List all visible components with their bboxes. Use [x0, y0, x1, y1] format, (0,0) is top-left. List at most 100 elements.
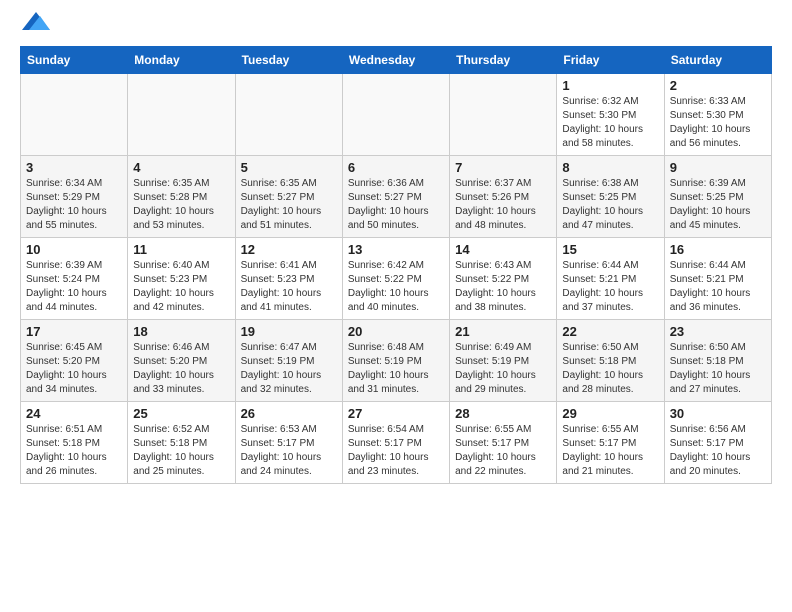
calendar-cell: 20 Sunrise: 6:48 AM Sunset: 5:19 PM Dayli…	[342, 320, 449, 402]
calendar-cell: 5 Sunrise: 6:35 AM Sunset: 5:27 PM Daylig…	[235, 156, 342, 238]
weekday-header: Wednesday	[342, 47, 449, 74]
weekday-header: Thursday	[450, 47, 557, 74]
day-number: 18	[133, 324, 229, 339]
day-info: Sunrise: 6:50 AM Sunset: 5:18 PM Dayligh…	[670, 341, 766, 397]
calendar-cell: 29 Sunrise: 6:55 AM Sunset: 5:17 PM Dayli…	[557, 402, 664, 484]
day-info: Sunrise: 6:45 AM Sunset: 5:20 PM Dayligh…	[26, 341, 122, 397]
calendar-week-row: 10 Sunrise: 6:39 AM Sunset: 5:24 PM Dayli…	[21, 238, 772, 320]
day-info: Sunrise: 6:33 AM Sunset: 5:30 PM Dayligh…	[670, 95, 766, 151]
day-info: Sunrise: 6:44 AM Sunset: 5:21 PM Dayligh…	[670, 259, 766, 315]
day-number: 29	[562, 406, 658, 421]
weekday-header: Friday	[557, 47, 664, 74]
day-info: Sunrise: 6:42 AM Sunset: 5:22 PM Dayligh…	[348, 259, 444, 315]
calendar-cell: 2 Sunrise: 6:33 AM Sunset: 5:30 PM Daylig…	[664, 74, 771, 156]
day-info: Sunrise: 6:34 AM Sunset: 5:29 PM Dayligh…	[26, 177, 122, 233]
day-number: 10	[26, 242, 122, 257]
calendar-cell: 25Sunrise: 6:52 AM Sunset: 5:18 PM Dayli…	[128, 402, 235, 484]
calendar-cell: 19 Sunrise: 6:47 AM Sunset: 5:19 PM Dayli…	[235, 320, 342, 402]
day-number: 2	[670, 78, 766, 93]
day-number: 4	[133, 160, 229, 175]
calendar-cell: 11 Sunrise: 6:40 AM Sunset: 5:23 PM Dayli…	[128, 238, 235, 320]
day-number: 6	[348, 160, 444, 175]
day-number: 21	[455, 324, 551, 339]
day-number: 20	[348, 324, 444, 339]
day-info: Sunrise: 6:39 AM Sunset: 5:24 PM Dayligh…	[26, 259, 122, 315]
day-info: Sunrise: 6:37 AM Sunset: 5:26 PM Dayligh…	[455, 177, 551, 233]
calendar-table: SundayMondayTuesdayWednesdayThursdayFrid…	[20, 46, 772, 484]
day-number: 14	[455, 242, 551, 257]
day-info: Sunrise: 6:48 AM Sunset: 5:19 PM Dayligh…	[348, 341, 444, 397]
day-info: Sunrise: 6:55 AM Sunset: 5:17 PM Dayligh…	[562, 423, 658, 479]
calendar-cell: 14 Sunrise: 6:43 AM Sunset: 5:22 PM Dayli…	[450, 238, 557, 320]
calendar-cell: 18 Sunrise: 6:46 AM Sunset: 5:20 PM Dayli…	[128, 320, 235, 402]
day-info: Sunrise: 6:32 AM Sunset: 5:30 PM Dayligh…	[562, 95, 658, 151]
calendar-cell: 17 Sunrise: 6:45 AM Sunset: 5:20 PM Dayli…	[21, 320, 128, 402]
day-number: 7	[455, 160, 551, 175]
day-number: 3	[26, 160, 122, 175]
calendar-cell: 6 Sunrise: 6:36 AM Sunset: 5:27 PM Daylig…	[342, 156, 449, 238]
calendar-header-row: SundayMondayTuesdayWednesdayThursdayFrid…	[21, 47, 772, 74]
calendar-cell: 27Sunrise: 6:54 AM Sunset: 5:17 PM Dayli…	[342, 402, 449, 484]
day-info: Sunrise: 6:49 AM Sunset: 5:19 PM Dayligh…	[455, 341, 551, 397]
calendar-cell: 23 Sunrise: 6:50 AM Sunset: 5:18 PM Dayli…	[664, 320, 771, 402]
day-info: Sunrise: 6:56 AM Sunset: 5:17 PM Dayligh…	[670, 423, 766, 479]
weekday-header: Saturday	[664, 47, 771, 74]
calendar-cell	[128, 74, 235, 156]
day-info: Sunrise: 6:35 AM Sunset: 5:27 PM Dayligh…	[241, 177, 337, 233]
day-info: Sunrise: 6:47 AM Sunset: 5:19 PM Dayligh…	[241, 341, 337, 397]
day-number: 1	[562, 78, 658, 93]
calendar-week-row: 1 Sunrise: 6:32 AM Sunset: 5:30 PM Daylig…	[21, 74, 772, 156]
day-info: Sunrise: 6:46 AM Sunset: 5:20 PM Dayligh…	[133, 341, 229, 397]
day-number: 19	[241, 324, 337, 339]
calendar-cell: 24Sunrise: 6:51 AM Sunset: 5:18 PM Dayli…	[21, 402, 128, 484]
day-info: Sunrise: 6:52 AM Sunset: 5:18 PM Dayligh…	[133, 423, 229, 479]
page-header	[20, 20, 772, 30]
calendar-cell: 4 Sunrise: 6:35 AM Sunset: 5:28 PM Daylig…	[128, 156, 235, 238]
day-number: 22	[562, 324, 658, 339]
calendar-cell	[450, 74, 557, 156]
day-number: 30	[670, 406, 766, 421]
calendar-cell: 21 Sunrise: 6:49 AM Sunset: 5:19 PM Dayli…	[450, 320, 557, 402]
day-info: Sunrise: 6:40 AM Sunset: 5:23 PM Dayligh…	[133, 259, 229, 315]
calendar-cell: 12 Sunrise: 6:41 AM Sunset: 5:23 PM Dayli…	[235, 238, 342, 320]
day-number: 28	[455, 406, 551, 421]
day-number: 23	[670, 324, 766, 339]
day-info: Sunrise: 6:53 AM Sunset: 5:17 PM Dayligh…	[241, 423, 337, 479]
day-info: Sunrise: 6:36 AM Sunset: 5:27 PM Dayligh…	[348, 177, 444, 233]
calendar-cell	[235, 74, 342, 156]
calendar-cell: 8Sunrise: 6:38 AM Sunset: 5:25 PM Daylig…	[557, 156, 664, 238]
calendar-cell: 9 Sunrise: 6:39 AM Sunset: 5:25 PM Daylig…	[664, 156, 771, 238]
day-info: Sunrise: 6:44 AM Sunset: 5:21 PM Dayligh…	[562, 259, 658, 315]
calendar-cell: 16Sunrise: 6:44 AM Sunset: 5:21 PM Dayli…	[664, 238, 771, 320]
day-info: Sunrise: 6:50 AM Sunset: 5:18 PM Dayligh…	[562, 341, 658, 397]
day-info: Sunrise: 6:39 AM Sunset: 5:25 PM Dayligh…	[670, 177, 766, 233]
day-number: 17	[26, 324, 122, 339]
day-number: 9	[670, 160, 766, 175]
day-number: 8	[562, 160, 658, 175]
day-number: 15	[562, 242, 658, 257]
day-info: Sunrise: 6:35 AM Sunset: 5:28 PM Dayligh…	[133, 177, 229, 233]
calendar-cell: 28Sunrise: 6:55 AM Sunset: 5:17 PM Dayli…	[450, 402, 557, 484]
day-number: 26	[241, 406, 337, 421]
day-info: Sunrise: 6:43 AM Sunset: 5:22 PM Dayligh…	[455, 259, 551, 315]
calendar-cell: 10 Sunrise: 6:39 AM Sunset: 5:24 PM Dayli…	[21, 238, 128, 320]
calendar-week-row: 3 Sunrise: 6:34 AM Sunset: 5:29 PM Daylig…	[21, 156, 772, 238]
calendar-cell: 22 Sunrise: 6:50 AM Sunset: 5:18 PM Dayli…	[557, 320, 664, 402]
calendar-week-row: 24Sunrise: 6:51 AM Sunset: 5:18 PM Dayli…	[21, 402, 772, 484]
day-number: 5	[241, 160, 337, 175]
day-number: 13	[348, 242, 444, 257]
day-number: 11	[133, 242, 229, 257]
calendar-cell	[342, 74, 449, 156]
day-info: Sunrise: 6:41 AM Sunset: 5:23 PM Dayligh…	[241, 259, 337, 315]
day-number: 24	[26, 406, 122, 421]
calendar-cell: 13 Sunrise: 6:42 AM Sunset: 5:22 PM Dayli…	[342, 238, 449, 320]
calendar-cell: 3 Sunrise: 6:34 AM Sunset: 5:29 PM Daylig…	[21, 156, 128, 238]
calendar-cell: 1 Sunrise: 6:32 AM Sunset: 5:30 PM Daylig…	[557, 74, 664, 156]
logo-icon	[22, 12, 50, 30]
day-number: 12	[241, 242, 337, 257]
logo	[20, 20, 50, 30]
weekday-header: Sunday	[21, 47, 128, 74]
calendar-cell: 30 Sunrise: 6:56 AM Sunset: 5:17 PM Dayli…	[664, 402, 771, 484]
day-number: 27	[348, 406, 444, 421]
weekday-header: Monday	[128, 47, 235, 74]
